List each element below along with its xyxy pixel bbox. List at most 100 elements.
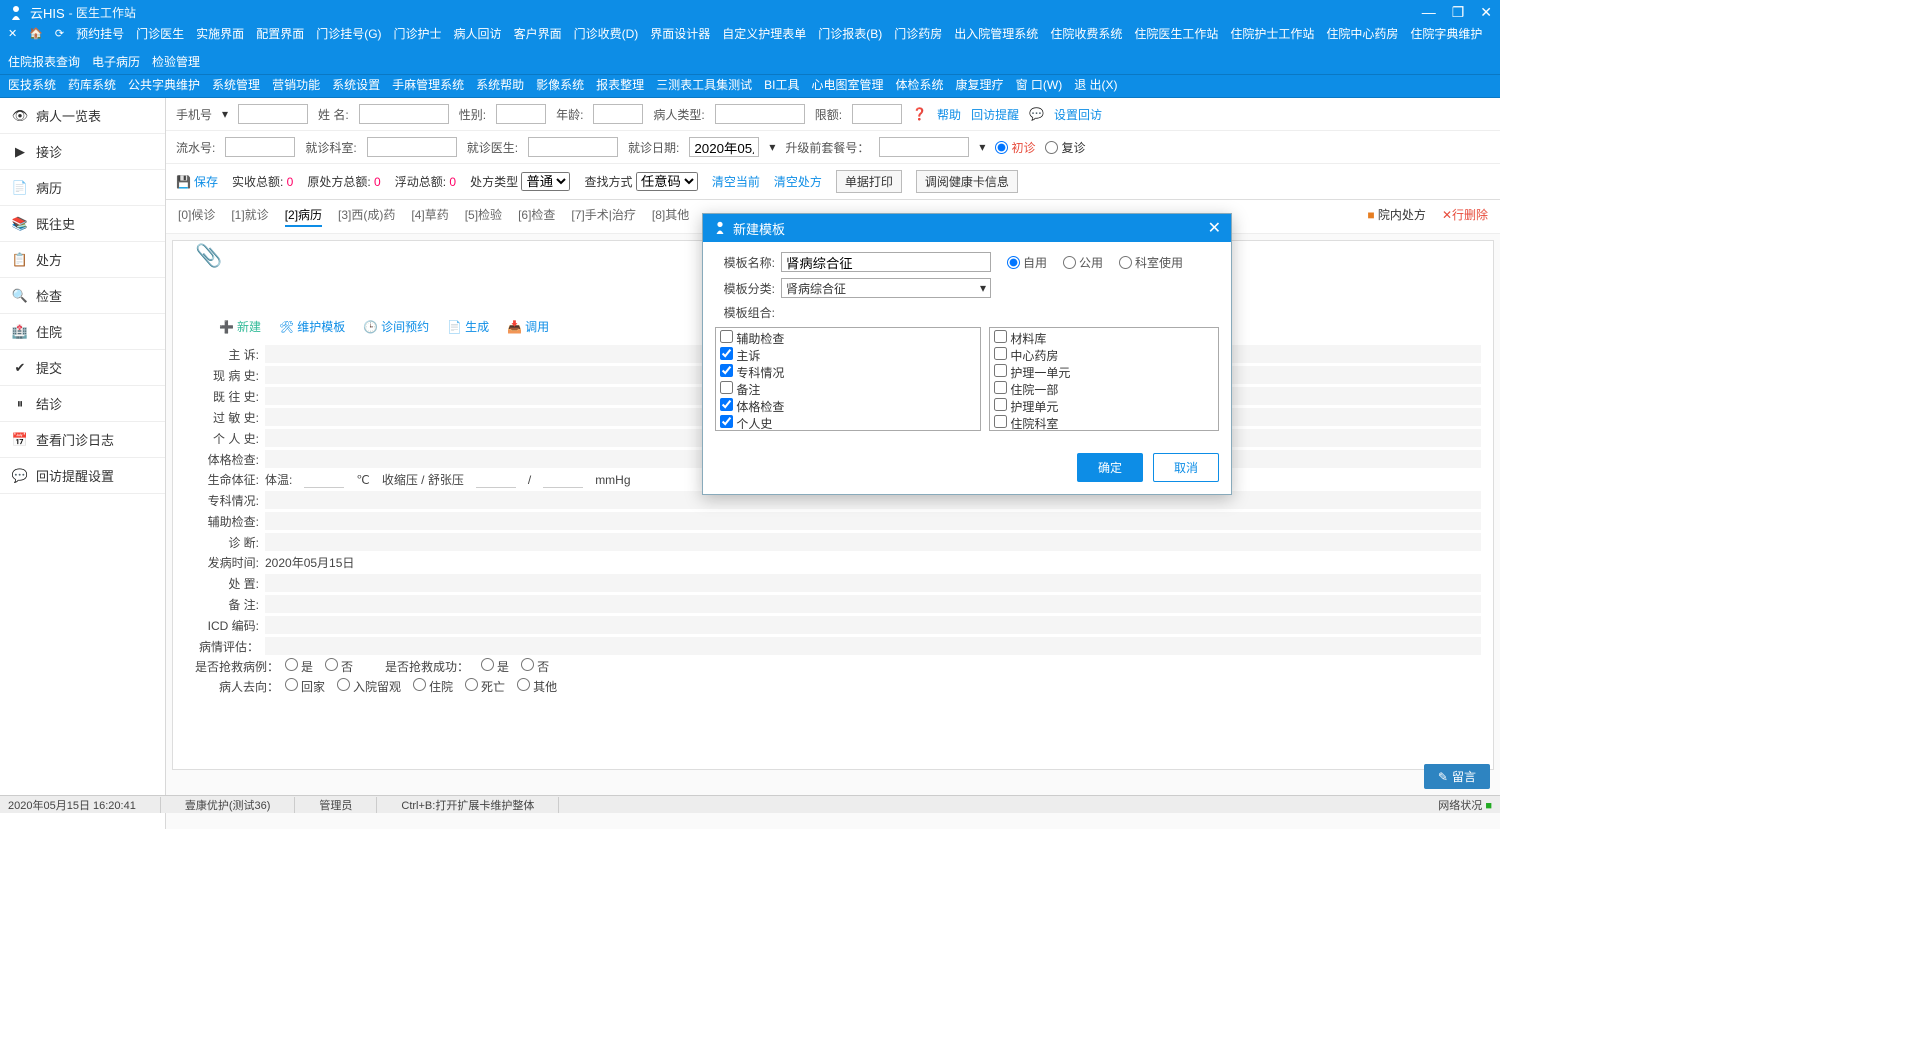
dept-checkbox[interactable]: 住院科室 (994, 415, 1214, 431)
menu-item[interactable]: 住院中心药房 (1326, 26, 1398, 42)
menu-item[interactable]: 客户界面 (514, 26, 562, 42)
dialog-logo-icon (713, 220, 727, 237)
sidebar-item[interactable]: 📄病历 (0, 170, 165, 206)
menu-item[interactable]: 门诊挂号(G) (316, 26, 381, 42)
menu-item[interactable]: 三测表工具集测试 (656, 77, 752, 93)
dialog-close-button[interactable]: ✕ (1208, 218, 1221, 238)
sidebar-item[interactable]: 📅查看门诊日志 (0, 422, 165, 458)
menu-item[interactable]: 住院报表查询 (8, 54, 80, 70)
dept-checkbox[interactable]: 中心药房 (994, 347, 1214, 364)
menu-item[interactable]: 出入院管理系统 (954, 26, 1038, 42)
template-depts-list[interactable]: 材料库 中心药房 护理一单元 住院一部 护理单元 住院科室 住院部 内科门诊 门… (989, 327, 1219, 431)
menu-item[interactable]: 自定义护理表单 (722, 26, 806, 42)
menu-item[interactable]: 配置界面 (256, 26, 304, 42)
sidebar-item[interactable]: 📚既往史 (0, 206, 165, 242)
menu-item[interactable]: 实施界面 (196, 26, 244, 42)
sidebar-item[interactable]: ▶接诊 (0, 134, 165, 170)
sidebar-item[interactable]: ⏸结诊 (0, 386, 165, 422)
sidebar-item-label: 回访提醒设置 (36, 466, 114, 485)
menu-row-2: 医技系统药库系统公共字典维护系统管理营销功能系统设置手麻管理系统系统帮助影像系统… (0, 75, 1500, 98)
field-checkbox[interactable]: 个人史 (720, 415, 976, 431)
sidebar-item[interactable]: ✔ 提交 (0, 350, 165, 386)
menu-item[interactable]: 预约挂号 (76, 26, 124, 42)
menu-item[interactable]: 界面设计器 (650, 26, 710, 42)
template-category-combo[interactable]: 肾病综合征▾ (781, 278, 991, 298)
sidebar-item-label: 提交 (36, 358, 62, 377)
menu-item[interactable]: 住院字典维护 (1410, 26, 1482, 42)
sidebar-item-icon: ✔ (12, 360, 28, 376)
sidebar-item[interactable]: 👁病人一览表 (0, 98, 165, 134)
chevron-down-icon: ▾ (980, 281, 986, 295)
menu-home-icon[interactable]: 🏠 (29, 26, 43, 42)
field-checkbox[interactable]: 主诉 (720, 347, 976, 364)
sidebar-item-label: 既往史 (36, 214, 75, 233)
menu-item[interactable]: 窗 口(W) (1016, 77, 1063, 93)
menu-item[interactable]: 检验管理 (152, 54, 200, 70)
menu-item[interactable]: 系统设置 (332, 77, 380, 93)
menu-item[interactable]: 电子病历 (92, 54, 140, 70)
window-close-button[interactable]: ✕ (1480, 4, 1492, 21)
sidebar-item-icon: 💬 (12, 468, 28, 484)
dept-checkbox[interactable]: 护理单元 (994, 398, 1214, 415)
menu-item[interactable]: 公共字典维护 (128, 77, 200, 93)
menu-item[interactable]: 康复理疗 (956, 77, 1004, 93)
sidebar-item-label: 检查 (36, 286, 62, 305)
field-checkbox[interactable]: 备注 (720, 381, 976, 398)
menu-item[interactable]: 退 出(X) (1074, 77, 1117, 93)
message-button[interactable]: ✎留言 (1424, 764, 1490, 789)
menu-item[interactable]: 门诊药房 (894, 26, 942, 42)
app-title: 云HIS (30, 3, 65, 22)
menu-item[interactable]: 医技系统 (8, 77, 56, 93)
sidebar-item[interactable]: 🏥住院 (0, 314, 165, 350)
menu-item[interactable]: BI工具 (764, 77, 799, 93)
window-minimize-button[interactable]: — (1422, 4, 1436, 21)
sidebar-item-label: 接诊 (36, 142, 62, 161)
sidebar-item[interactable]: 📋处方 (0, 242, 165, 278)
menu-item[interactable]: 门诊护士 (394, 26, 442, 42)
menu-item[interactable]: 门诊报表(B) (818, 26, 882, 42)
status-time: 2020年05月15日 16:20:41 (8, 797, 161, 813)
status-hint: Ctrl+B:打开扩展卡维护整体 (401, 797, 559, 813)
menu-item[interactable]: 营销功能 (272, 77, 320, 93)
field-checkbox[interactable]: 专科情况 (720, 364, 976, 381)
menu-refresh-icon[interactable]: ⟳ (55, 26, 64, 42)
menu-item[interactable]: 住院护士工作站 (1230, 26, 1314, 42)
menu-item[interactable]: 影像系统 (536, 77, 584, 93)
menu-item[interactable]: 体检系统 (896, 77, 944, 93)
status-user: 管理员 (319, 797, 377, 813)
menu-item[interactable]: 系统管理 (212, 77, 260, 93)
window-maximize-button[interactable]: ❐ (1452, 4, 1465, 21)
new-template-dialog: 新建模板 ✕ 模板名称: 自用公用科室使用 模板分类: 肾病综合征▾ 模板组合: (702, 213, 1232, 495)
menu-item[interactable]: 系统帮助 (476, 77, 524, 93)
dept-checkbox[interactable]: 材料库 (994, 330, 1214, 347)
menu-item[interactable]: 报表整理 (596, 77, 644, 93)
menu-item[interactable]: 住院医生工作站 (1134, 26, 1218, 42)
sidebar-item-icon: 📋 (12, 252, 28, 268)
template-name-input[interactable] (781, 252, 991, 272)
sidebar-item-label: 查看门诊日志 (36, 430, 114, 449)
menu-row-1: ✕ 🏠 ⟳ 预约挂号门诊医生实施界面配置界面门诊挂号(G) 门诊护士病人回访客户界… (0, 24, 1500, 75)
menu-item[interactable]: 手麻管理系统 (392, 77, 464, 93)
menu-item[interactable]: 心电图室管理 (812, 77, 884, 93)
sidebar-item-label: 病历 (36, 178, 62, 197)
scope-radio[interactable]: 科室使用 (1119, 254, 1183, 271)
menu-item[interactable]: 药库系统 (68, 77, 116, 93)
field-checkbox[interactable]: 体格检查 (720, 398, 976, 415)
menu-item[interactable]: 病人回访 (454, 26, 502, 42)
menu-item[interactable]: 住院收费系统 (1050, 26, 1122, 42)
status-bar: 2020年05月15日 16:20:41 壹康优护(测试36) 管理员 Ctrl… (0, 795, 1500, 813)
template-fields-list[interactable]: 辅助检查 主诉 专科情况 备注 体格检查 个人史 处置 过敏史 (715, 327, 981, 431)
dept-checkbox[interactable]: 护理一单元 (994, 364, 1214, 381)
menu-item[interactable]: 门诊收费(D) (574, 26, 639, 42)
dialog-cancel-button[interactable]: 取消 (1153, 453, 1219, 482)
sidebar-item[interactable]: 🔍检查 (0, 278, 165, 314)
dept-checkbox[interactable]: 住院一部 (994, 381, 1214, 398)
sidebar-item[interactable]: 💬 回访提醒设置 (0, 458, 165, 494)
scope-radio[interactable]: 自用 (1007, 254, 1047, 271)
scope-radio[interactable]: 公用 (1063, 254, 1103, 271)
menu-item[interactable]: 门诊医生 (136, 26, 184, 42)
menu-close-tab-icon[interactable]: ✕ (8, 26, 17, 42)
dialog-ok-button[interactable]: 确定 (1077, 453, 1143, 482)
field-checkbox[interactable]: 辅助检查 (720, 330, 976, 347)
sidebar-item-icon: 🏥 (12, 324, 28, 340)
